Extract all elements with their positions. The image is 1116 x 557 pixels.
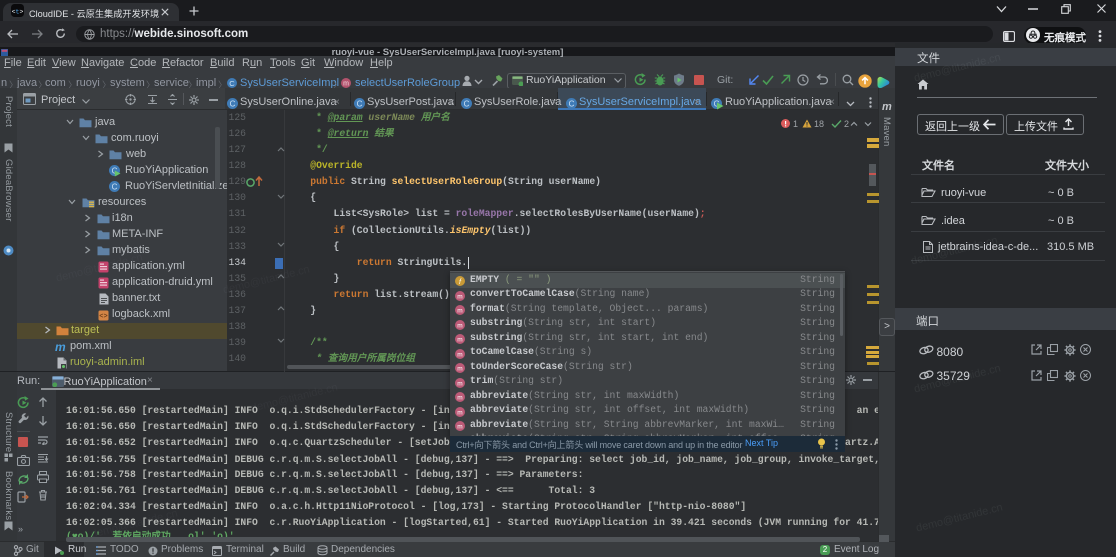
- svg-text:m: m: [457, 380, 462, 387]
- svg-text:m: m: [457, 351, 462, 358]
- svg-text:m: m: [343, 81, 349, 88]
- svg-text:C: C: [229, 79, 235, 88]
- svg-text:m: m: [457, 337, 462, 344]
- svg-text:C: C: [464, 99, 470, 108]
- svg-text:C: C: [357, 99, 363, 108]
- svg-text:m: m: [457, 424, 462, 431]
- svg-text:C: C: [112, 182, 118, 191]
- svg-text:m: m: [457, 409, 462, 416]
- svg-text:m: m: [457, 395, 462, 402]
- svg-text:m: m: [457, 322, 462, 329]
- svg-text:<>: <>: [99, 313, 107, 321]
- svg-text:C: C: [230, 99, 236, 108]
- svg-text:C: C: [569, 99, 575, 108]
- svg-text:m: m: [457, 293, 462, 300]
- svg-text:<t>: <t>: [12, 8, 24, 15]
- svg-text:m: m: [457, 366, 462, 373]
- svg-text:m: m: [457, 308, 462, 315]
